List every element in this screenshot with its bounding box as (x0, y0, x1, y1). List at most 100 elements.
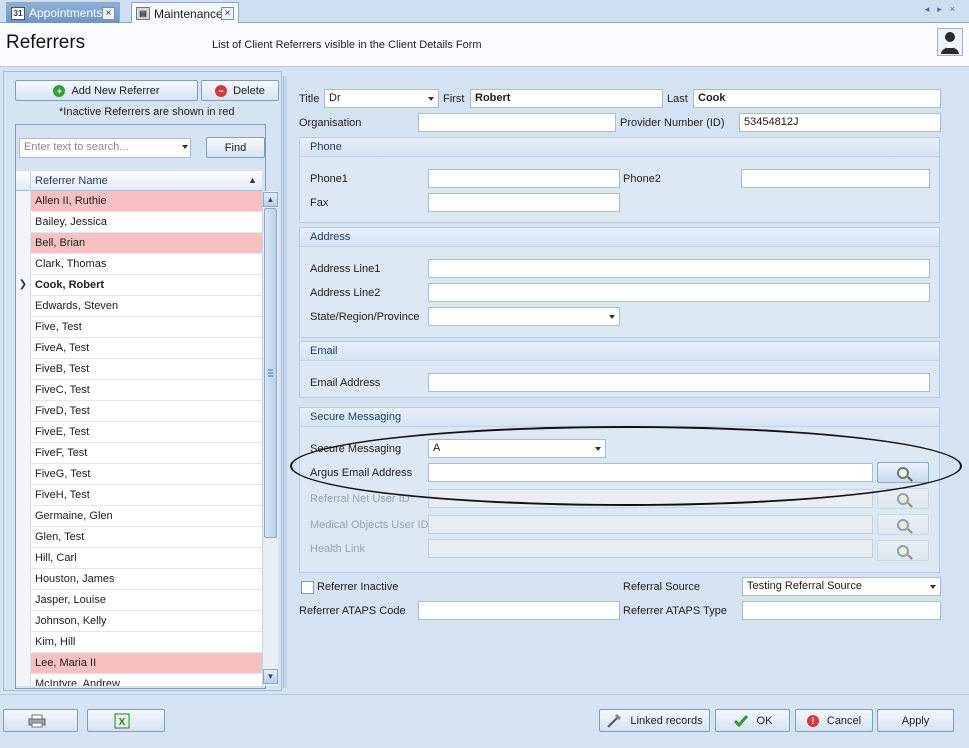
referrer-inactive-checkbox[interactable] (301, 581, 314, 594)
row-selector[interactable] (16, 611, 31, 632)
row-selector[interactable] (16, 464, 31, 485)
row-selector[interactable] (16, 317, 31, 338)
list-item[interactable]: Kim, Hill (16, 632, 262, 653)
list-item[interactable]: Germaine, Glen (16, 506, 262, 527)
organisation-field[interactable] (418, 113, 616, 132)
chevron-down-icon[interactable] (595, 447, 601, 451)
row-selector[interactable] (16, 527, 31, 548)
list-item[interactable]: Johnson, Kelly (16, 611, 262, 632)
fax-field[interactable] (428, 193, 620, 212)
list-item[interactable]: FiveB, Test (16, 359, 262, 380)
close-icon[interactable]: × (102, 7, 115, 20)
address-line2-field[interactable] (428, 283, 930, 302)
tab-scroll-arrows[interactable]: ◂▸× (925, 4, 963, 15)
column-header-referrer-name[interactable]: Referrer Name ▲ (16, 171, 262, 191)
find-button[interactable]: Find (206, 137, 265, 158)
user-icon[interactable] (937, 28, 963, 56)
list-item[interactable]: McIntyre, Andrew (16, 674, 262, 686)
cancel-button[interactable]: ! Cancel (795, 709, 873, 732)
row-selector[interactable] (16, 380, 31, 401)
list-item[interactable]: Glen, Test (16, 527, 262, 548)
apply-button[interactable]: Apply (877, 709, 954, 732)
row-selector[interactable] (16, 212, 31, 233)
secure-messaging-select[interactable]: A (428, 439, 606, 458)
row-selector[interactable] (16, 338, 31, 359)
close-icon[interactable]: × (221, 7, 234, 20)
row-selector[interactable] (16, 653, 31, 674)
list-item[interactable]: ❯ Cook, Robert (16, 275, 262, 296)
last-name-field[interactable]: Cook (693, 89, 941, 108)
list-item[interactable]: Houston, James (16, 569, 262, 590)
phone1-field[interactable] (428, 169, 620, 188)
export-excel-button[interactable]: X (87, 709, 165, 732)
search-input[interactable]: Enter text to search... (19, 138, 191, 158)
chevron-down-icon[interactable] (182, 145, 188, 149)
referrer-name: Lee, Maria II (35, 657, 97, 669)
row-selector[interactable] (16, 401, 31, 422)
list-item[interactable]: FiveE, Test (16, 422, 262, 443)
list-item[interactable]: FiveD, Test (16, 401, 262, 422)
row-selector[interactable] (16, 674, 31, 686)
scrollbar-thumb[interactable]: ═ ═ ═ (264, 208, 277, 538)
title-select[interactable]: Dr (324, 89, 439, 108)
list-item[interactable]: Clark, Thomas (16, 254, 262, 275)
linked-records-button[interactable]: Linked records (599, 709, 710, 732)
phone-group: Phone Phone1 Phone2 Fax (299, 137, 940, 223)
panel-splitter[interactable] (283, 76, 287, 688)
row-selector[interactable] (16, 632, 31, 653)
list-item[interactable]: Five, Test (16, 317, 262, 338)
medical-objects-lookup-button (877, 514, 929, 535)
email-address-field[interactable] (428, 373, 930, 392)
chevron-down-icon[interactable] (609, 315, 615, 319)
argus-lookup-button[interactable] (877, 462, 929, 483)
row-selector[interactable] (16, 233, 31, 254)
ok-button[interactable]: OK (715, 709, 790, 732)
row-selector[interactable] (16, 506, 31, 527)
row-selector[interactable] (16, 443, 31, 464)
tab-maintenance[interactable]: ▤ Maintenance × (131, 2, 239, 24)
list-item[interactable]: FiveF, Test (16, 443, 262, 464)
list-scrollbar[interactable]: ▲ ═ ═ ═ ▼ (262, 191, 278, 686)
scroll-down-icon[interactable]: ▼ (263, 669, 278, 684)
list-item[interactable]: Jasper, Louise (16, 590, 262, 611)
list-item[interactable]: FiveH, Test (16, 485, 262, 506)
tab-appointments[interactable]: 31 Appointments × (6, 2, 120, 23)
email-address-label: Email Address (310, 377, 381, 389)
add-referrer-button[interactable]: + Add New Referrer (15, 80, 198, 101)
row-selector[interactable] (16, 254, 31, 275)
argus-email-field[interactable] (428, 463, 873, 482)
row-selector[interactable] (16, 485, 31, 506)
list-item[interactable]: FiveC, Test (16, 380, 262, 401)
list-item[interactable]: Edwards, Steven (16, 296, 262, 317)
list-item[interactable]: Hill, Carl (16, 548, 262, 569)
row-selector[interactable] (16, 569, 31, 590)
address-line1-field[interactable] (428, 259, 930, 278)
list-item[interactable]: FiveG, Test (16, 464, 262, 485)
list-item[interactable]: FiveA, Test (16, 338, 262, 359)
delete-button[interactable]: − Delete (201, 80, 279, 101)
row-selector[interactable] (16, 548, 31, 569)
ataps-type-field[interactable] (742, 601, 941, 620)
first-name-field[interactable]: Robert (470, 89, 663, 108)
list-item[interactable]: Bell, Brian (16, 233, 262, 254)
ataps-code-field[interactable] (418, 601, 620, 620)
referral-source-select[interactable]: Testing Referral Source (742, 577, 941, 596)
row-selector[interactable] (16, 296, 31, 317)
row-selector[interactable] (16, 191, 31, 212)
state-select[interactable] (428, 307, 620, 326)
referrer-name: Allen II, Ruthie (35, 195, 107, 207)
row-selector[interactable] (16, 590, 31, 611)
phone2-field[interactable] (741, 169, 930, 188)
provider-number-field[interactable]: 53454812J (739, 113, 941, 132)
chevron-down-icon[interactable] (428, 97, 434, 101)
list-item[interactable]: Lee, Maria II (16, 653, 262, 674)
scroll-up-icon[interactable]: ▲ (263, 192, 278, 207)
referral-net-label: Referral Net User ID (310, 493, 410, 505)
list-item[interactable]: Bailey, Jessica (16, 212, 262, 233)
row-selector[interactable] (16, 359, 31, 380)
chevron-down-icon[interactable] (930, 585, 936, 589)
row-selector[interactable] (16, 422, 31, 443)
row-pointer-icon[interactable]: ❯ (16, 275, 31, 296)
print-button[interactable] (3, 709, 78, 732)
list-item[interactable]: Allen II, Ruthie (16, 191, 262, 212)
